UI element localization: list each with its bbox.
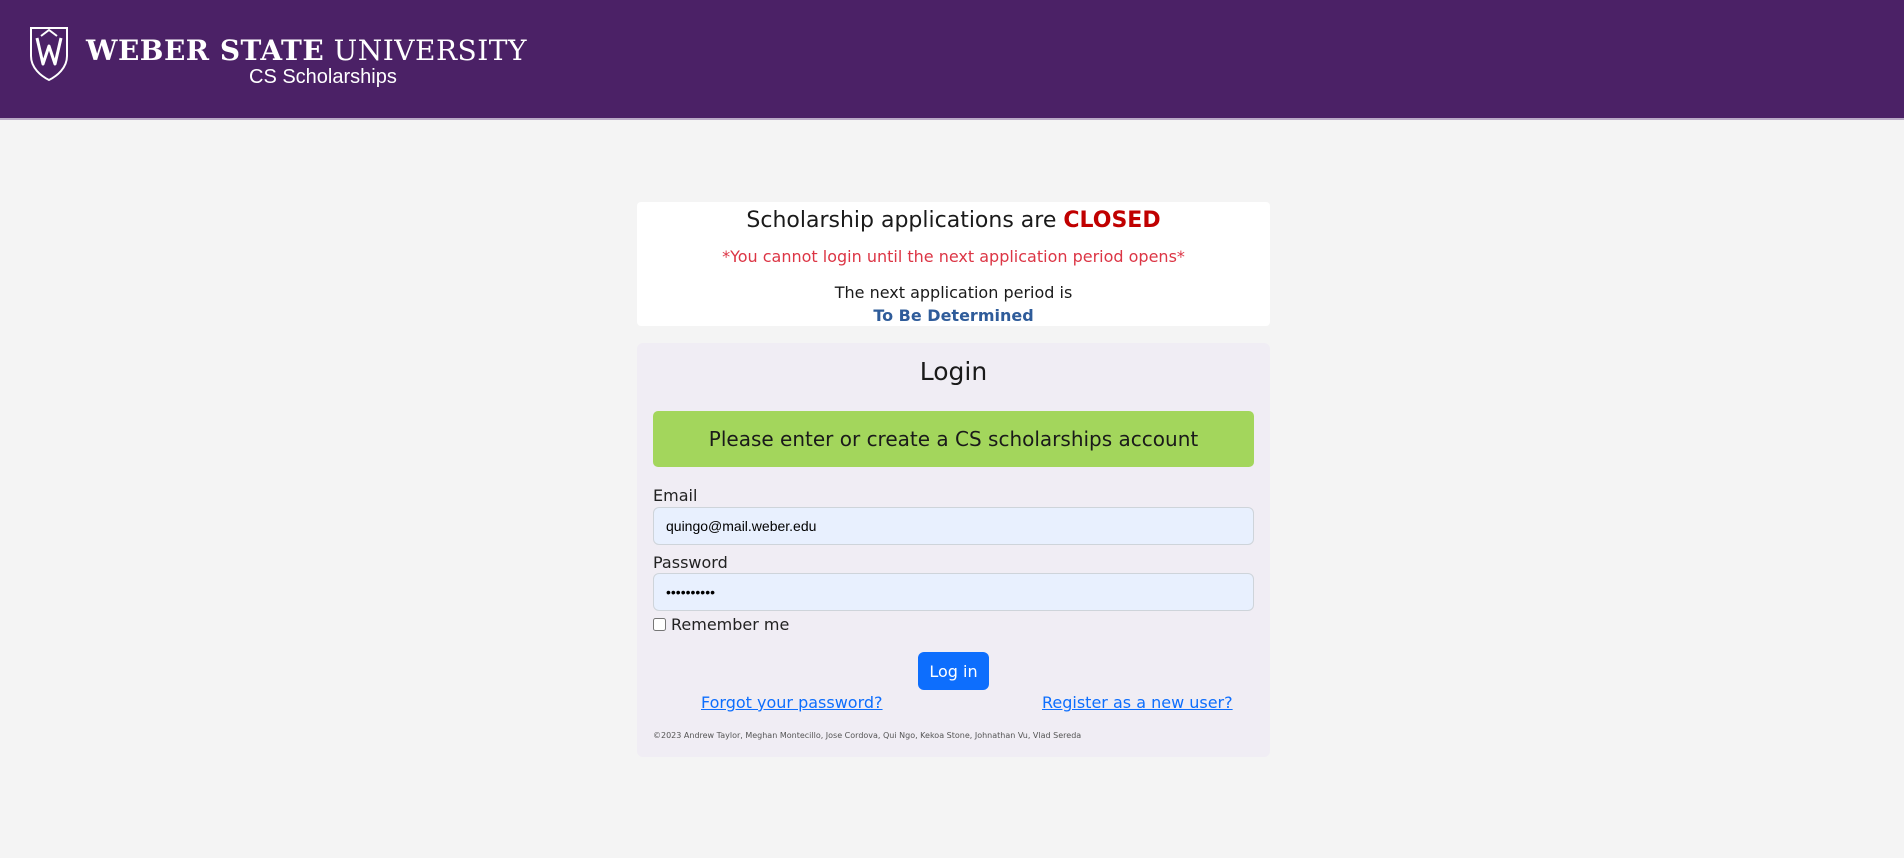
next-period-label: The next application period is bbox=[834, 283, 1073, 302]
site-subtitle: CS Scholarships bbox=[249, 66, 397, 88]
email-label: Email bbox=[653, 486, 698, 505]
status-closed-badge: CLOSED bbox=[1063, 208, 1161, 233]
forgot-password-link[interactable]: Forgot your password? bbox=[701, 693, 883, 712]
university-name[interactable]: WEBER STATE UNIVERSITY bbox=[86, 34, 527, 67]
status-title-prefix: Scholarship applications are bbox=[746, 208, 1057, 233]
brand-bold: WEBER STATE bbox=[86, 34, 325, 67]
remember-me-label: Remember me bbox=[671, 615, 790, 634]
remember-me[interactable]: Remember me bbox=[653, 615, 789, 634]
password-label: Password bbox=[653, 553, 728, 572]
login-card: Login Please enter or create a CS schola… bbox=[637, 343, 1270, 757]
login-button[interactable]: Log in bbox=[918, 652, 989, 690]
password-field[interactable] bbox=[653, 573, 1254, 611]
login-warning: *You cannot login until the next applica… bbox=[722, 247, 1185, 266]
copyright-text: ©2023 Andrew Taylor, Meghan Montecillo, … bbox=[653, 731, 1082, 740]
application-status-card: Scholarship applications are CLOSED *You… bbox=[637, 202, 1270, 326]
login-title: Login bbox=[919, 357, 988, 386]
brand-light: UNIVERSITY bbox=[333, 34, 527, 67]
next-period-value: To Be Determined bbox=[873, 306, 1034, 325]
weber-state-shield-icon[interactable] bbox=[29, 26, 69, 82]
register-link[interactable]: Register as a new user? bbox=[1042, 693, 1233, 712]
account-notice: Please enter or create a CS scholarships… bbox=[653, 411, 1254, 467]
site-header: WEBER STATE UNIVERSITY CS Scholarships bbox=[0, 0, 1904, 120]
remember-me-checkbox[interactable] bbox=[653, 618, 666, 631]
email-field[interactable] bbox=[653, 507, 1254, 545]
status-title: Scholarship applications are CLOSED bbox=[637, 208, 1270, 233]
